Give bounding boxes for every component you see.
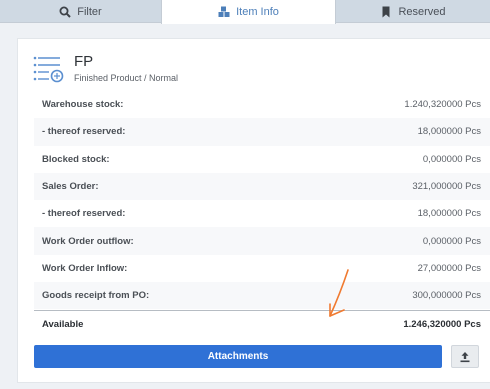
stock-value: 0,000000 Pcs bbox=[422, 235, 481, 247]
tab-reserved[interactable]: Reserved bbox=[336, 0, 490, 23]
tab-filter[interactable]: Filter bbox=[0, 0, 161, 23]
tab-reserved-label: Reserved bbox=[398, 5, 446, 18]
stock-row-reserved: - thereof reserved: 18,000000 Pcs bbox=[34, 118, 490, 146]
total-value: 1.246,320000 Pcs bbox=[403, 318, 481, 330]
stock-row-available: Available 1.246,320000 Pcs bbox=[34, 311, 490, 338]
item-subtitle: Finished Product / Normal bbox=[74, 73, 179, 83]
stock-value: 27,000000 Pcs bbox=[417, 262, 481, 274]
bookmark-icon bbox=[380, 6, 392, 18]
stock-value: 0,000000 Pcs bbox=[422, 153, 481, 165]
stock-value: 18,000000 Pcs bbox=[417, 208, 481, 220]
stock-label: Sales Order: bbox=[42, 181, 99, 193]
stock-value: 18,000000 Pcs bbox=[417, 126, 481, 138]
stock-row-goods-receipt: Goods receipt from PO: 300,000000 Pcs bbox=[34, 282, 490, 310]
cubes-icon bbox=[218, 6, 230, 18]
stock-value: 300,000000 Pcs bbox=[412, 290, 481, 302]
total-label: Available bbox=[42, 318, 84, 330]
stock-label: - thereof reserved: bbox=[42, 208, 126, 220]
stock-label: Goods receipt from PO: bbox=[42, 290, 150, 302]
attachments-button[interactable]: Attachments bbox=[34, 345, 442, 368]
stock-row-sales-reserved: - thereof reserved: 18,000000 Pcs bbox=[34, 200, 490, 227]
stock-label: - thereof reserved: bbox=[42, 126, 126, 138]
stock-row-wo-inflow: Work Order Inflow: 27,000000 Pcs bbox=[34, 255, 490, 282]
stock-row-wo-outflow: Work Order outflow: 0,000000 Pcs bbox=[34, 227, 490, 255]
stock-label: Work Order Inflow: bbox=[42, 262, 128, 274]
stock-label: Work Order outflow: bbox=[42, 235, 134, 247]
tab-filter-label: Filter bbox=[77, 5, 102, 18]
stock-value: 1.240,320000 Pcs bbox=[404, 99, 481, 111]
item-code: FP bbox=[74, 53, 94, 70]
search-icon bbox=[59, 6, 71, 18]
stock-label: Blocked stock: bbox=[42, 153, 110, 165]
tab-bar: Filter Item Info Reserved bbox=[0, 0, 490, 24]
stock-row-blocked: Blocked stock: 0,000000 Pcs bbox=[34, 146, 490, 173]
stock-table: Warehouse stock: 1.240,320000 Pcs - ther… bbox=[34, 91, 490, 338]
stock-row-sales-order: Sales Order: 321,000000 Pcs bbox=[34, 172, 490, 201]
tab-item-info-label: Item Info bbox=[236, 6, 279, 18]
list-search-icon bbox=[33, 56, 64, 83]
stock-label: Warehouse stock: bbox=[42, 99, 124, 111]
upload-button[interactable] bbox=[451, 345, 479, 368]
stock-row-warehouse: Warehouse stock: 1.240,320000 Pcs bbox=[34, 91, 490, 118]
item-info-card: FP Finished Product / Normal Warehouse s… bbox=[17, 38, 490, 383]
tab-item-info[interactable]: Item Info bbox=[161, 0, 336, 24]
upload-icon bbox=[460, 351, 470, 362]
stock-value: 321,000000 Pcs bbox=[412, 181, 481, 193]
item-header: FP Finished Product / Normal bbox=[32, 53, 178, 89]
